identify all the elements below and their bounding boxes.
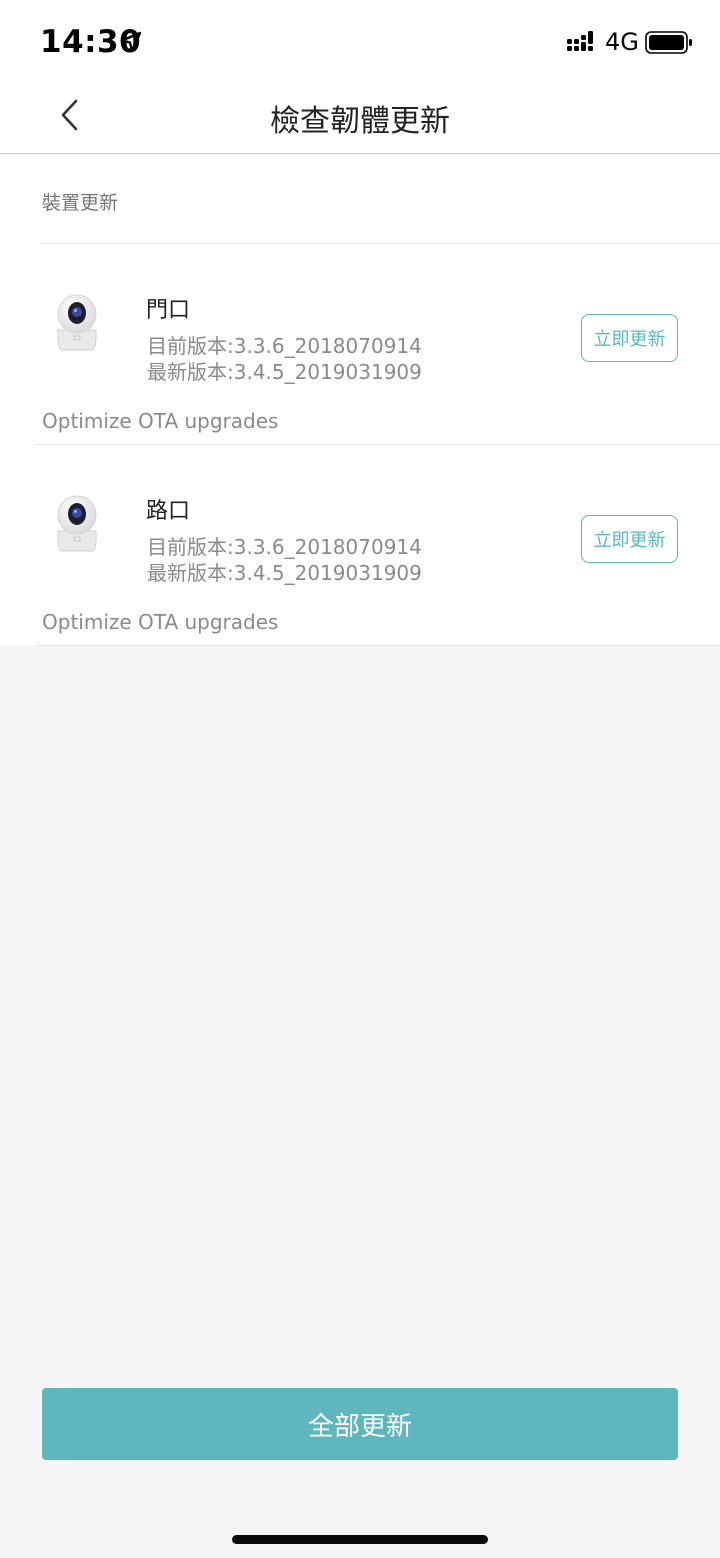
page-title: 檢查韌體更新 <box>270 104 450 139</box>
release-note: Optimize OTA upgrades <box>42 610 279 634</box>
latest-version: 最新版本:3.4.5_2019031909 <box>147 360 422 384</box>
status-bar: 14:30 4G <box>0 0 720 86</box>
update-now-button[interactable]: 立即更新 <box>581 515 678 563</box>
section-header: 裝置更新 <box>42 192 119 214</box>
nav-bar: 檢查韌體更新 <box>0 86 720 154</box>
home-indicator <box>232 1535 488 1544</box>
device-item: 門口 目前版本:3.3.6_2018070914 最新版本:3.4.5_2019… <box>0 244 720 445</box>
network-type: 4G <box>605 28 639 56</box>
battery-icon <box>645 31 692 54</box>
device-item: 路口 目前版本:3.3.6_2018070914 最新版本:3.4.5_2019… <box>0 445 720 646</box>
update-all-button[interactable]: 全部更新 <box>42 1388 678 1460</box>
camera-icon <box>57 495 97 552</box>
device-name: 路口 <box>146 499 191 524</box>
current-version: 目前版本:3.3.6_2018070914 <box>147 535 422 559</box>
location-arrow-icon <box>120 31 142 53</box>
divider <box>35 645 720 646</box>
signal-icon <box>567 31 593 51</box>
latest-version: 最新版本:3.4.5_2019031909 <box>147 561 422 585</box>
device-name: 門口 <box>146 298 191 323</box>
release-note: Optimize OTA upgrades <box>42 409 279 433</box>
current-version: 目前版本:3.3.6_2018070914 <box>147 334 422 358</box>
device-update-list: 裝置更新 門口 目前版本:3.3.6_2018070914 最新版本:3.4.5… <box>0 154 720 646</box>
firmware-update-screen: 14:30 4G 檢查韌體更新 裝置更新 門口 目前版本:3.3.6_20180… <box>0 0 720 1558</box>
camera-icon <box>57 294 97 351</box>
update-now-button[interactable]: 立即更新 <box>581 314 678 362</box>
